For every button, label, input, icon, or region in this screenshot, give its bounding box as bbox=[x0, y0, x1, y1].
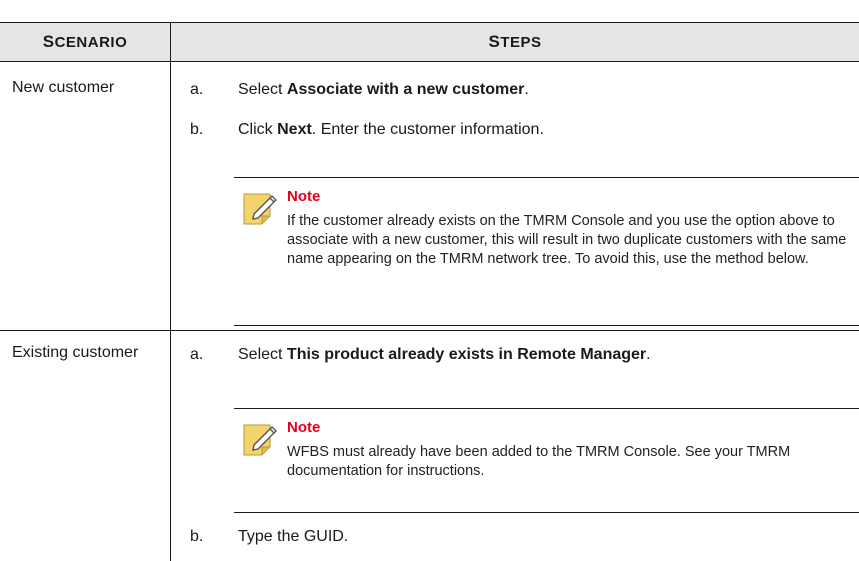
note-body: If the customer already exists on the TM… bbox=[287, 213, 847, 267]
scenario-cell: Existing customer bbox=[12, 344, 139, 361]
step-letter: b. bbox=[190, 121, 204, 138]
note-title: Note bbox=[287, 188, 321, 205]
scenario-cell: New customer bbox=[12, 79, 115, 96]
step-text: Click Next. Enter the customer informati… bbox=[238, 121, 544, 138]
header-scenario-rest: CENARIO bbox=[54, 34, 128, 51]
note-body: WFBS must already have been added to the… bbox=[287, 444, 791, 479]
step-letter: a. bbox=[190, 81, 204, 98]
header-scenario: SCENARIO bbox=[0, 23, 171, 61]
header-steps-initial: S bbox=[488, 32, 501, 51]
header-steps-rest: TEPS bbox=[500, 34, 542, 51]
step-letter: a. bbox=[190, 346, 204, 363]
table-row: New customer a. Select Associate with a … bbox=[0, 61, 859, 331]
step-text: Select Associate with a new customer. bbox=[238, 81, 529, 98]
note-title: Note bbox=[287, 419, 321, 436]
header-scenario-initial: S bbox=[42, 32, 55, 51]
step-text: Select This product already exists in Re… bbox=[238, 346, 651, 363]
scenario-steps-table: SCENARIO STEPS New customer a. Select As… bbox=[0, 0, 859, 561]
table-row: Existing customer a. Select This product… bbox=[0, 331, 859, 561]
step-letter: b. bbox=[190, 528, 204, 545]
header-steps: STEPS bbox=[171, 23, 859, 61]
note-pencil-icon bbox=[243, 424, 277, 456]
note-pencil-icon bbox=[243, 193, 277, 225]
note-box: Note WFBS must already have been added t… bbox=[234, 408, 859, 513]
step-text: Type the GUID. bbox=[238, 528, 349, 545]
note-box: Note If the customer already exists on t… bbox=[234, 177, 859, 326]
table-header: SCENARIO STEPS bbox=[0, 22, 859, 62]
column-divider bbox=[170, 331, 171, 561]
column-divider bbox=[170, 61, 171, 330]
